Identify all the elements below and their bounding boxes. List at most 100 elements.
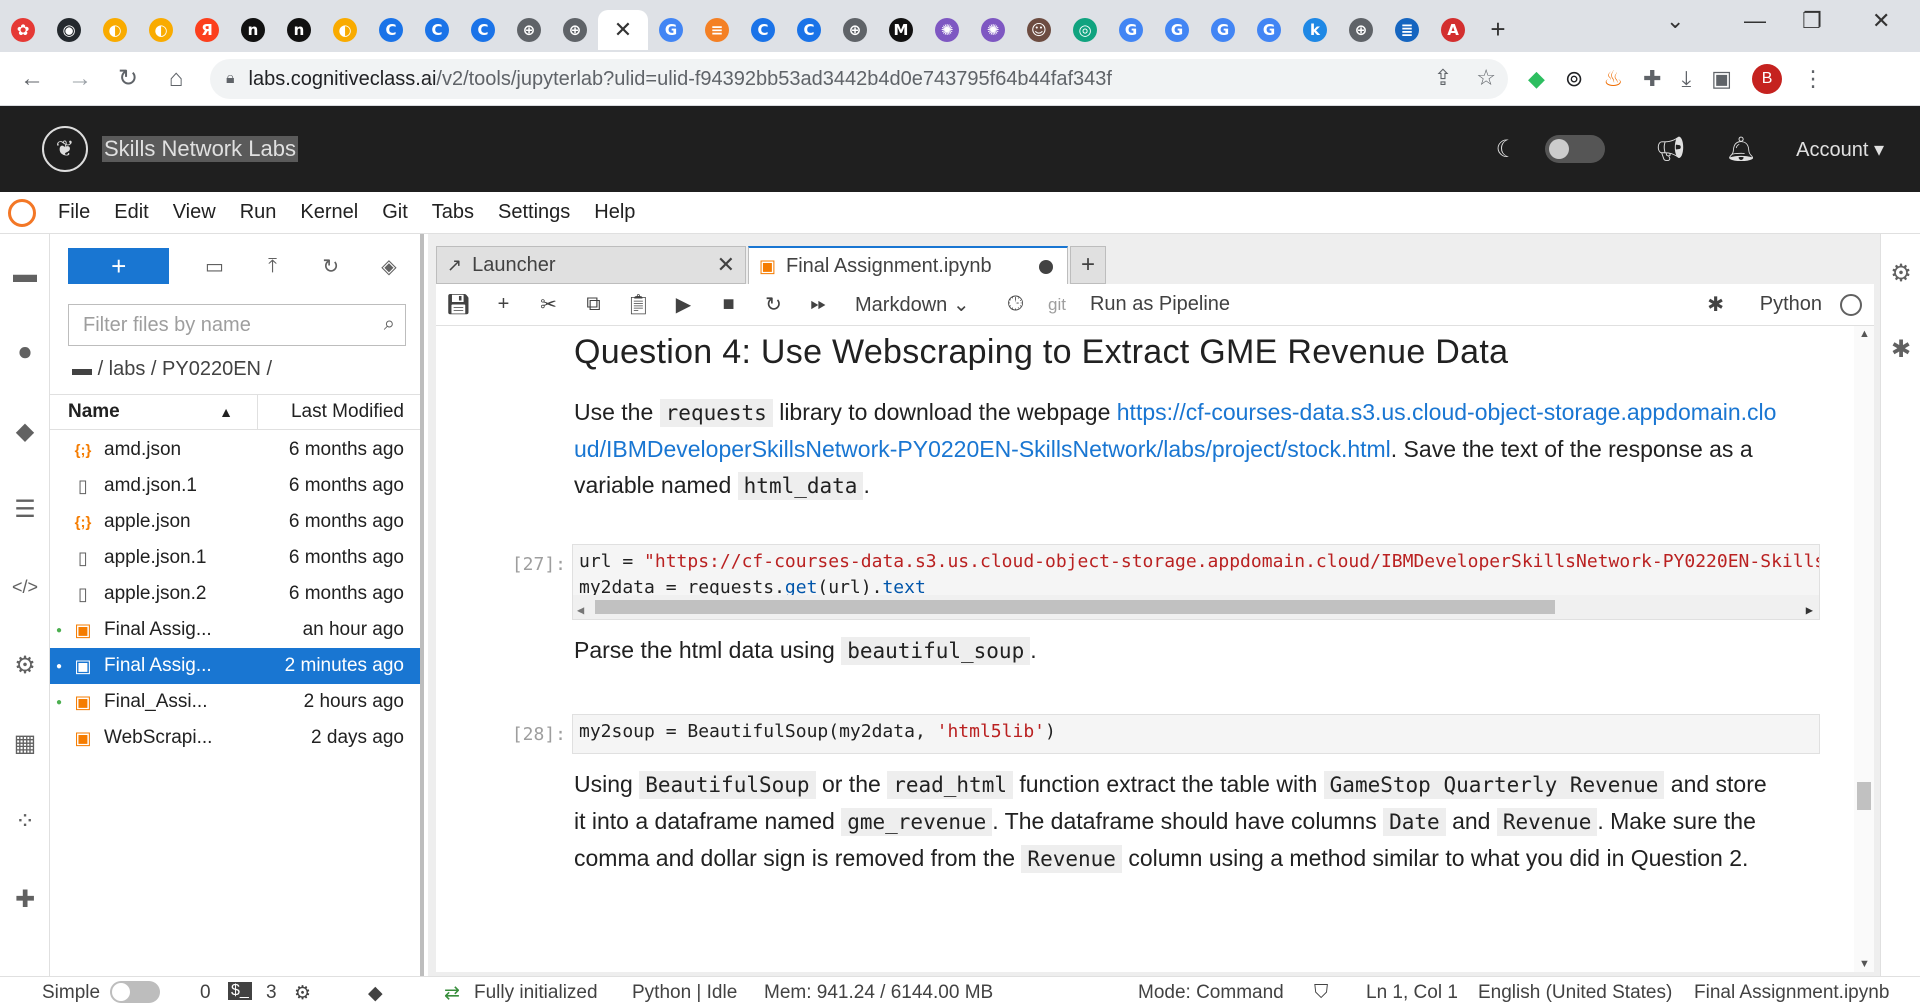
kernel-chip-icon[interactable]: ⚙ [294, 982, 311, 1005]
side-panel-icon[interactable]: ▣ [1711, 66, 1732, 92]
scroll-left-icon[interactable]: ◀ [577, 597, 584, 619]
reload-icon[interactable]: ↻ [108, 59, 148, 99]
file-row[interactable]: ● ▣ Final Assig... an hour ago [50, 612, 420, 648]
menu-edit[interactable]: Edit [114, 201, 148, 224]
restore-icon[interactable]: ❐ [1802, 8, 1822, 34]
components-icon[interactable]: ⁘ [10, 806, 40, 836]
browser-tab[interactable]: C [368, 10, 414, 50]
home-icon[interactable]: ⌂ [156, 59, 196, 99]
trust-shield-icon[interactable]: ⛉ [1314, 982, 1328, 1004]
browser-tab[interactable]: ⊕ [1338, 10, 1384, 50]
browser-tab[interactable]: ☺ [1016, 10, 1062, 50]
menu-view[interactable]: View [173, 201, 216, 224]
menu-git[interactable]: Git [382, 201, 408, 224]
browser-tab[interactable]: ◐ [138, 10, 184, 50]
terminal-count[interactable]: 0 [200, 982, 211, 1004]
address-bar[interactable]: 🔒︎ labs.cognitiveclass.ai/v2/tools/jupyt… [210, 59, 1508, 99]
back-icon[interactable]: ← [12, 59, 52, 99]
file-row[interactable]: {;} apple.json 6 months ago [50, 504, 420, 540]
markdown-cell-extract-table[interactable]: Using BeautifulSoup or the read_html fun… [574, 766, 1784, 877]
scroll-down-icon[interactable]: ▼ [1859, 958, 1870, 970]
dark-mode-toggle[interactable] [1545, 135, 1606, 163]
file-row[interactable]: ▯ amd.json.1 6 months ago [50, 468, 420, 504]
filter-files-input[interactable]: Filter files by name ⌕ [68, 304, 406, 346]
init-status[interactable]: Fully initialized [474, 982, 598, 1004]
simple-mode-toggle[interactable] [110, 981, 160, 1003]
restart-icon[interactable]: ↻ [751, 292, 796, 317]
skills-network-logo-icon[interactable]: ❦ [42, 126, 88, 172]
browser-tab[interactable]: M [878, 10, 924, 50]
profile-avatar[interactable]: B [1752, 64, 1783, 94]
new-tab-icon[interactable]: + [1476, 14, 1520, 45]
debugger-bug-icon[interactable]: ✱ [1707, 292, 1724, 317]
new-launcher-button[interactable]: + [68, 248, 170, 284]
scroll-up-icon[interactable]: ▲ [1859, 328, 1870, 340]
lock-icon[interactable]: 🔒︎ [226, 70, 235, 88]
file-row[interactable]: {;} amd.json 6 months ago [50, 432, 420, 468]
menu-help[interactable]: Help [594, 201, 635, 224]
menu-kernel[interactable]: Kernel [300, 201, 358, 224]
code-cell-28[interactable]: my2soup = BeautifulSoup(my2data, 'html5l… [572, 714, 1820, 754]
chrome-menu-icon[interactable]: ⋮ [1802, 66, 1824, 92]
breadcrumb[interactable]: ▬ / labs / PY0220EN / [72, 358, 272, 381]
browser-tab[interactable]: n [230, 10, 276, 50]
refresh-icon[interactable]: ↻ [302, 254, 360, 279]
name-column-header[interactable]: Name ▲ [50, 395, 258, 429]
browser-tab[interactable]: ⊕ [506, 10, 552, 50]
browser-tab[interactable]: C [460, 10, 506, 50]
upload-icon[interactable]: ⤒ [244, 255, 302, 278]
clock-icon[interactable]: 🕒︎ [993, 293, 1038, 316]
run-as-pipeline-button[interactable]: Run as Pipeline [1090, 293, 1230, 316]
extension-loop-icon[interactable]: ⊚ [1565, 66, 1583, 92]
run-icon[interactable]: ▶ [661, 292, 706, 317]
file-row[interactable]: ● ▣ Final Assig... 2 minutes ago [50, 648, 420, 684]
palette-icon[interactable]: ▦ [10, 728, 40, 758]
file-row[interactable]: ▯ apple.json.2 6 months ago [50, 576, 420, 612]
modified-column-header[interactable]: Last Modified [258, 401, 420, 423]
browser-tab[interactable]: C [414, 10, 460, 50]
minimize-icon[interactable]: — [1744, 8, 1766, 34]
browser-tab[interactable]: ✺ [970, 10, 1016, 50]
browser-tab[interactable]: ⊕ [832, 10, 878, 50]
browser-tab[interactable]: k [1292, 10, 1338, 50]
tab-final-assignment[interactable]: ▣ Final Assignment.ipynb [748, 246, 1068, 284]
insert-cell-icon[interactable]: + [481, 293, 526, 316]
debugger-icon[interactable]: ✱ [1886, 334, 1916, 364]
browser-tab[interactable]: A [1430, 10, 1476, 50]
close-icon[interactable]: ✕ [611, 18, 635, 43]
kernel-count[interactable]: 3 [266, 982, 277, 1004]
markdown-cell-requests[interactable]: Use the requests library to download the… [574, 394, 1784, 504]
browser-tab[interactable]: ≡ [694, 10, 740, 50]
browser-tab[interactable]: C [786, 10, 832, 50]
table-of-contents-icon[interactable]: ☰ [10, 494, 40, 524]
code-snippets-icon[interactable]: </> [10, 572, 40, 602]
tab-search-icon[interactable]: ⌄ [1666, 8, 1684, 34]
cell-type-select[interactable]: Markdown ⌄ [855, 292, 993, 317]
run-all-icon[interactable]: ⏩︎ [796, 293, 841, 316]
close-tab-icon[interactable]: ✕ [717, 252, 735, 278]
browser-tab[interactable]: ◎ [1062, 10, 1108, 50]
menu-settings[interactable]: Settings [498, 201, 570, 224]
menu-run[interactable]: Run [240, 201, 277, 224]
browser-tab[interactable]: ✺ [924, 10, 970, 50]
copy-icon[interactable]: ⧉ [571, 293, 616, 316]
stop-icon[interactable]: ■ [706, 293, 751, 316]
browser-tab[interactable]: G [1200, 10, 1246, 50]
browser-tab[interactable]: G [648, 10, 694, 50]
menu-file[interactable]: File [58, 201, 90, 224]
git-branch-icon[interactable]: ◆ [368, 982, 383, 1005]
file-row[interactable]: ▣ WebScrapi... 2 days ago [50, 720, 420, 756]
download-icon[interactable]: ⤓ [1682, 66, 1692, 92]
add-tab-button[interactable]: + [1070, 246, 1106, 284]
horizontal-scrollbar[interactable]: ◀ ▶ [573, 595, 1819, 619]
browser-tab[interactable]: ✿ [0, 10, 46, 50]
git-clone-icon[interactable]: ◈ [360, 254, 418, 279]
unsaved-indicator-icon[interactable] [1039, 260, 1053, 274]
property-settings-icon[interactable]: ⚙ [1886, 258, 1916, 288]
browser-tab[interactable]: ⊕ [552, 10, 598, 50]
tab-launcher[interactable]: ↗ Launcher ✕ [436, 246, 746, 284]
file-row[interactable]: ▯ apple.json.1 6 months ago [50, 540, 420, 576]
scroll-right-icon[interactable]: ▶ [1806, 597, 1813, 619]
browser-tab[interactable]: ≣ [1384, 10, 1430, 50]
cursor-position[interactable]: Ln 1, Col 1 [1366, 982, 1458, 1004]
